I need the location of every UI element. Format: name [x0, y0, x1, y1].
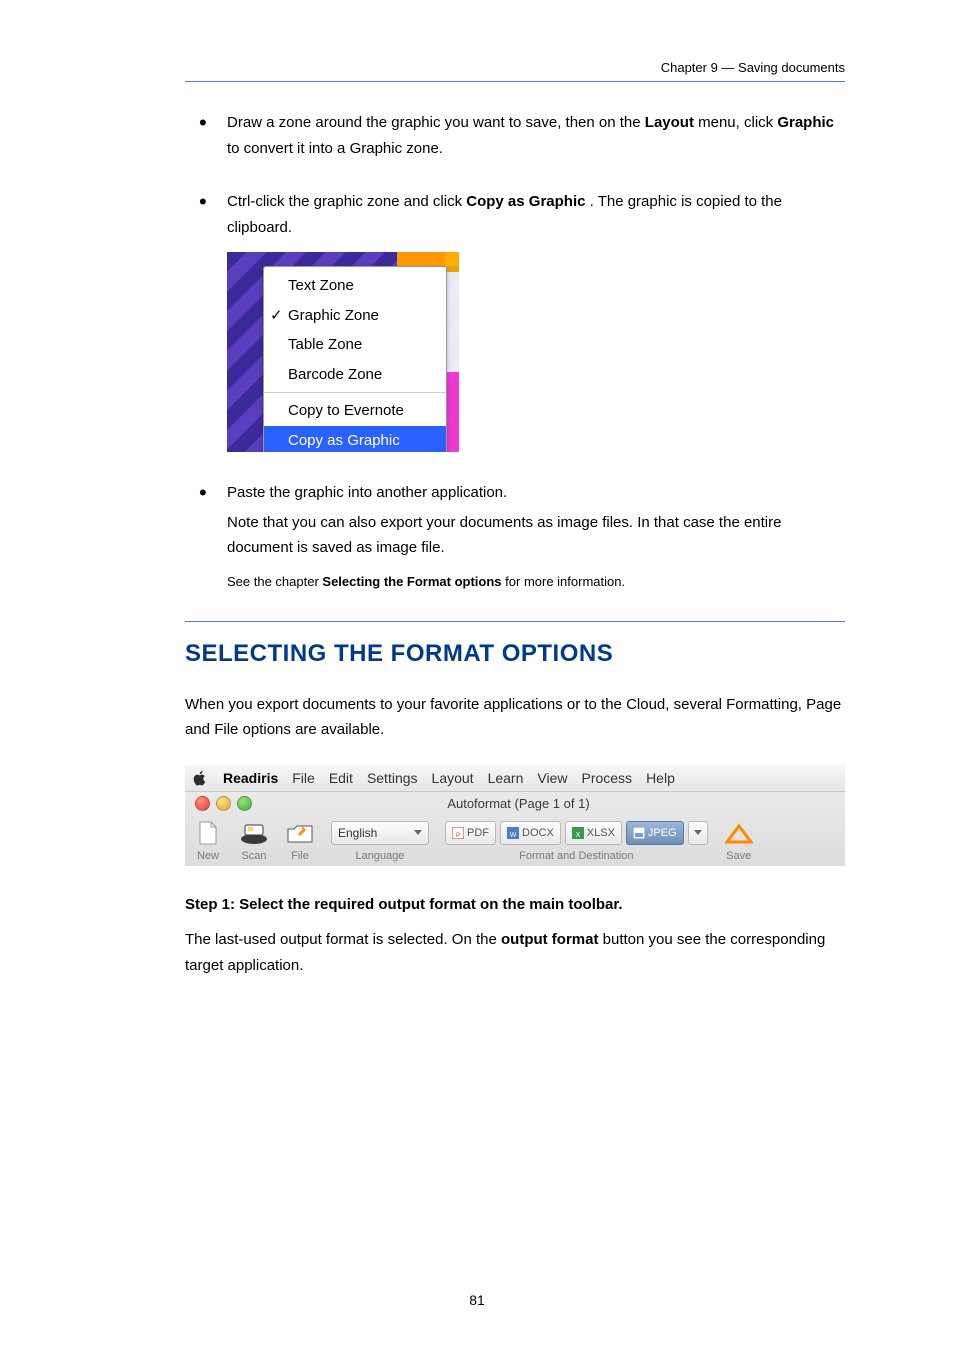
chapter-header: Chapter 9 — Saving documents [185, 60, 845, 75]
file-label: File [291, 850, 309, 862]
header-rule [185, 81, 845, 82]
bullet-paste: Paste the graphic into another applicati… [227, 480, 845, 593]
menu-name: Layout [645, 114, 694, 131]
jpeg-icon [633, 827, 645, 839]
xlsx-icon: X [572, 827, 584, 839]
close-icon[interactable] [195, 796, 210, 811]
zoom-icon[interactable] [237, 796, 252, 811]
minimize-icon[interactable] [216, 796, 231, 811]
chapter-reference: See the chapter Selecting the Format opt… [227, 571, 845, 593]
group-file: File [285, 818, 315, 862]
main-toolbar: New Scan File [185, 816, 845, 866]
step1-detail: The last-used output format is selected.… [185, 927, 845, 978]
app-window: Autoformat (Page 1 of 1) New [185, 791, 845, 866]
apple-menu-icon[interactable] [191, 769, 209, 787]
ctx-item-text-zone[interactable]: Text Zone [264, 271, 446, 301]
mb-app[interactable]: Readiris [223, 770, 278, 786]
group-save: Save [724, 818, 754, 862]
chapter-link: Selecting the Format options [322, 574, 501, 589]
context-menu-figure: Text Zone Graphic Zone Table Zone Barcod… [227, 252, 845, 452]
svg-text:X: X [575, 832, 580, 839]
mb-learn[interactable]: Learn [488, 770, 524, 786]
svg-text:P: P [456, 833, 460, 839]
mb-help[interactable]: Help [646, 770, 675, 786]
ctx-separator [264, 392, 446, 393]
mb-view[interactable]: View [537, 770, 567, 786]
format-label: Format and Destination [519, 850, 633, 862]
save-button[interactable] [724, 820, 754, 846]
window-title: Autoformat (Page 1 of 1) [252, 796, 845, 811]
ctx-item-graphic-zone[interactable]: Graphic Zone [264, 301, 446, 331]
mb-edit[interactable]: Edit [329, 770, 353, 786]
ctx-item-barcode-zone[interactable]: Barcode Zone [264, 360, 446, 390]
note-text: Note that you can also export your docum… [227, 510, 845, 561]
fmt-more-button[interactable] [688, 821, 708, 845]
group-language: English Language [331, 818, 429, 862]
toolbar-figure: Readiris File Edit Settings Layout Learn… [185, 765, 845, 866]
chevron-down-icon [414, 830, 422, 835]
section-title: SELECTING THE FORMAT OPTIONS [185, 640, 845, 668]
mb-file[interactable]: File [292, 770, 315, 786]
page-number: 81 [0, 1292, 954, 1308]
ctx-item-copy-graphic[interactable]: Copy as Graphic [264, 426, 446, 453]
group-new: New [193, 818, 223, 862]
svg-text:W: W [510, 832, 517, 839]
context-menu: Text Zone Graphic Zone Table Zone Barcod… [263, 266, 447, 452]
scan-label: Scan [241, 850, 266, 862]
language-value: English [338, 826, 377, 840]
language-label: Language [356, 850, 405, 862]
fmt-xlsx-button[interactable]: X XLSX [565, 821, 622, 845]
bullet-copy: Ctrl-click the graphic zone and click Co… [227, 189, 845, 452]
mb-layout[interactable]: Layout [432, 770, 474, 786]
fmt-pdf-button[interactable]: P PDF [445, 821, 496, 845]
command-name: Graphic [777, 114, 834, 131]
mb-settings[interactable]: Settings [367, 770, 418, 786]
intro-paragraph: When you export documents to your favori… [185, 692, 845, 743]
window-titlebar: Autoformat (Page 1 of 1) [185, 792, 845, 816]
bullet-zone: Draw a zone around the graphic you want … [227, 110, 845, 161]
bullet-list: Draw a zone around the graphic you want … [185, 110, 845, 593]
group-format: P PDF W DOCX X [445, 818, 708, 862]
save-label: Save [726, 850, 751, 862]
fmt-docx-button[interactable]: W DOCX [500, 821, 561, 845]
pdf-icon: P [452, 827, 464, 839]
macos-menubar: Readiris File Edit Settings Layout Learn… [185, 765, 845, 791]
docx-icon: W [507, 827, 519, 839]
section-rule [185, 621, 845, 622]
scan-button[interactable] [239, 820, 269, 846]
language-select[interactable]: English [331, 821, 429, 845]
group-scan: Scan [239, 818, 269, 862]
new-label: New [197, 850, 219, 862]
command-name: Copy as Graphic [466, 193, 585, 210]
step1: Step 1: Select the required output forma… [185, 892, 845, 918]
ctx-item-table-zone[interactable]: Table Zone [264, 330, 446, 360]
file-button[interactable] [285, 820, 315, 846]
chevron-down-icon [694, 830, 702, 835]
ctx-item-copy-evernote[interactable]: Copy to Evernote [264, 396, 446, 426]
fmt-jpeg-button[interactable]: JPEG [626, 821, 684, 845]
new-button[interactable] [193, 820, 223, 846]
mb-process[interactable]: Process [581, 770, 632, 786]
